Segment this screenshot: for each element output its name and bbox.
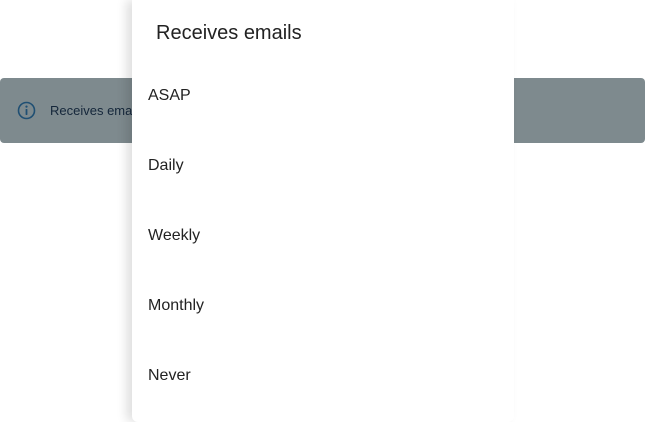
receives-emails-dropdown: Receives emails ASAP Daily Weekly Monthl… <box>132 0 514 422</box>
option-never[interactable]: Never <box>132 341 514 411</box>
info-icon <box>17 101 36 120</box>
dropdown-title: Receives emails <box>156 22 302 44</box>
option-list: ASAP Daily Weekly Monthly Never <box>132 61 514 411</box>
option-weekly[interactable]: Weekly <box>132 201 514 271</box>
option-daily[interactable]: Daily <box>132 131 514 201</box>
option-monthly[interactable]: Monthly <box>132 271 514 341</box>
banner-text: Receives ema <box>50 103 133 118</box>
option-asap[interactable]: ASAP <box>132 61 514 131</box>
